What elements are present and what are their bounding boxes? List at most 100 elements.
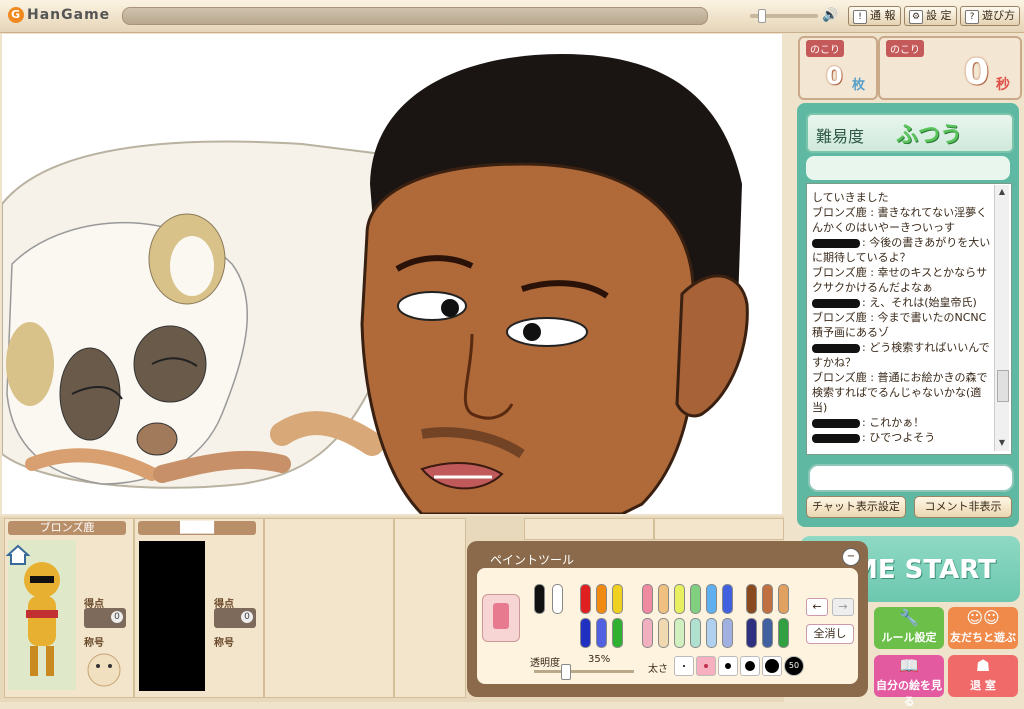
help-button[interactable]: ? 遊び方 [960, 6, 1020, 26]
opacity-label: 透明度 [530, 658, 560, 669]
exit-icon: ☗ [975, 656, 991, 675]
redacted-username [812, 298, 860, 308]
pen-color[interactable] [722, 618, 733, 648]
chat-message: ブロンズ鹿 : 今まで書いたのNCNC積予画にあるゾ [812, 311, 987, 339]
pen-color[interactable] [778, 584, 789, 614]
game-start-label: ME START [852, 555, 996, 585]
brush-size-2[interactable] [696, 656, 716, 676]
paint-tool-close-icon[interactable]: − [842, 548, 860, 566]
pen-color[interactable] [706, 584, 717, 614]
pen-color[interactable] [706, 618, 717, 648]
pen-color[interactable] [746, 584, 757, 614]
redo-icon[interactable]: → [832, 598, 854, 616]
settings-icon: ⚙ [909, 10, 923, 24]
pen-color[interactable] [674, 584, 685, 614]
chat-message: : どう検索すればいいんですかね？ [812, 341, 990, 369]
redacted-username [812, 238, 860, 248]
message-bar [122, 7, 708, 25]
drawing-artwork [2, 54, 749, 514]
pen-color[interactable] [690, 618, 701, 648]
play-with-friends-button[interactable]: ☺☺ 友だちと遊ぶ [948, 607, 1018, 649]
seconds-unit: 秒 [996, 77, 1010, 93]
pen-color[interactable] [690, 584, 701, 614]
brush-size-4[interactable] [740, 656, 760, 676]
view-my-drawings-button[interactable]: 📖 自分の絵を見る [874, 655, 944, 708]
pen-color[interactable] [552, 584, 563, 614]
scroll-up-icon[interactable]: ▲ [996, 186, 1008, 198]
pen-color[interactable] [612, 584, 623, 614]
opacity-slider-knob[interactable] [561, 664, 571, 680]
cards-remaining-value: 0 [826, 62, 843, 90]
chat-input[interactable] [808, 464, 1014, 492]
book-icon: 📖 [899, 656, 919, 675]
undo-icon[interactable]: ← [806, 598, 828, 616]
player-1-title-label: 称号 [84, 638, 104, 649]
pen-color[interactable] [674, 618, 685, 648]
pen-color[interactable] [722, 584, 733, 614]
chat-message: : 今後の書きあがりを大いに期待しているよ？ [812, 236, 991, 264]
settings-button[interactable]: ⚙ 設 定 [904, 6, 957, 26]
chat-message: ブロンズ鹿 : 幸せのキスとかならサクサクかけるんだよなぁ [812, 266, 988, 294]
empty-seat-3[interactable] [264, 518, 394, 698]
redacted-username [812, 343, 860, 353]
friends-icon: ☺☺ [966, 608, 1000, 627]
pen-color[interactable] [658, 618, 669, 648]
pen-color[interactable] [658, 584, 669, 614]
opacity-slider[interactable] [534, 670, 634, 673]
eraser-button[interactable] [482, 594, 520, 642]
seconds-remaining-counter: のこり 0 秒 [878, 36, 1022, 100]
player-2-title-label: 称号 [214, 638, 234, 649]
cards-remaining-counter: のこり 0 枚 [798, 36, 878, 100]
pen-color[interactable] [762, 618, 773, 648]
clear-all-button[interactable]: 全消し [806, 624, 854, 644]
chat-message: : これかぁ！ [812, 415, 992, 430]
difficulty-label: 難易度 [816, 127, 865, 146]
report-button[interactable]: ! 通 報 [848, 6, 901, 26]
logo-text: HanGame [27, 7, 111, 23]
pen-color[interactable] [778, 618, 789, 648]
empty-seat-4[interactable] [394, 518, 466, 698]
brush-size-5[interactable] [762, 656, 782, 676]
pen-color[interactable] [580, 584, 591, 614]
chat-message: ブロンズ鹿 : ありがとなす！ [812, 445, 992, 446]
brush-size-1[interactable] [674, 656, 694, 676]
pen-color[interactable] [580, 618, 591, 648]
rule-settings-button[interactable]: 🔧 ルール設定 [874, 607, 944, 649]
pen-color[interactable] [746, 618, 757, 648]
chat-scrollbar[interactable]: ▲ ▼ [994, 185, 1009, 451]
empty-seat-6[interactable] [654, 518, 784, 540]
pen-color[interactable] [596, 584, 607, 614]
hangame-logo[interactable]: G HanGame [8, 7, 110, 23]
scroll-down-icon[interactable]: ▼ [996, 437, 1008, 449]
drawing-canvas[interactable] [2, 34, 782, 514]
player-2-score-box: 0 [214, 608, 256, 628]
empty-seat-5[interactable] [524, 518, 654, 540]
help-icon: ? [965, 10, 979, 24]
brush-size-label: 太さ [648, 664, 668, 675]
hide-comment-button[interactable]: コメント非表示 [914, 496, 1012, 518]
chat-message: ブロンズ鹿 : 書きなれてない淫夢くんかくのはいやーきついっす [812, 206, 988, 234]
pen-color[interactable] [534, 584, 545, 614]
pen-color-palette [534, 584, 804, 648]
pen-color[interactable] [642, 584, 653, 614]
difficulty-value: ふつう [896, 123, 963, 148]
scroll-thumb[interactable] [997, 370, 1009, 402]
difficulty-banner [806, 156, 1010, 180]
pen-color[interactable] [642, 618, 653, 648]
pen-color[interactable] [596, 618, 607, 648]
brush-size-3[interactable] [718, 656, 738, 676]
chat-display-settings-button[interactable]: チャット表示設定 [806, 496, 906, 518]
redacted-username [812, 418, 860, 428]
chat-log: していきました ブロンズ鹿 : 書きなれてない淫夢くんかくのはいやーきついっす: … [812, 190, 992, 446]
chat-message: していきました [812, 191, 889, 204]
exit-room-button[interactable]: ☗ 退 室 [948, 655, 1018, 697]
eraser-icon [493, 603, 509, 629]
brush-size-max[interactable]: 50 [784, 656, 804, 676]
pen-color[interactable] [612, 618, 623, 648]
player-1-score-box: 0 [84, 608, 126, 628]
speaker-icon[interactable]: 🔊 [822, 8, 838, 23]
pen-color[interactable] [762, 584, 773, 614]
player-2-avatar [139, 541, 205, 691]
volume-knob[interactable] [758, 9, 766, 23]
chat-message: ブロンズ鹿 : 普通にお絵かきの森で検索すればでるんじゃないかな(適当) [812, 371, 988, 414]
